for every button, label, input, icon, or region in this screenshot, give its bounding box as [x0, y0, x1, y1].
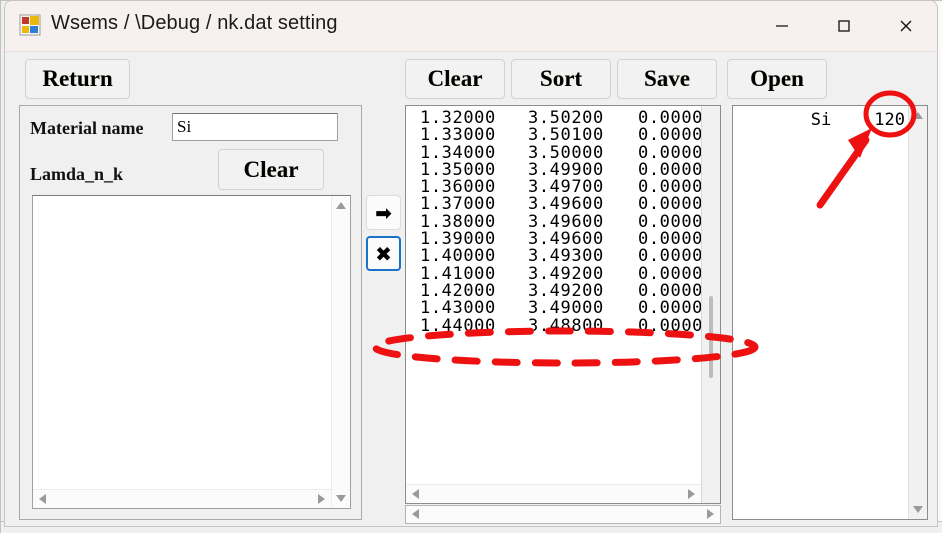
material-name-input[interactable] — [172, 113, 338, 141]
material-entry-panel: Material name Lamda_n_k Clear — [19, 105, 362, 520]
mid-list-horizontal-scrollbar[interactable] — [406, 484, 701, 503]
minimize-button[interactable] — [751, 1, 813, 51]
mid-list-vertical-scrollbar[interactable] — [701, 106, 720, 503]
scroll-up-icon[interactable] — [913, 112, 923, 119]
lamda-value: 1.43000 — [420, 298, 496, 319]
save-button[interactable]: Save — [617, 59, 717, 99]
left-list-vertical-scrollbar[interactable] — [331, 196, 350, 508]
scroll-left-icon[interactable] — [412, 509, 419, 519]
nk-data-row[interactable]: 1.43000 3.49000 0.00000 — [406, 298, 714, 319]
lamda-n-k-label: Lamda_n_k — [30, 164, 124, 184]
right-list-vertical-scrollbar[interactable] — [908, 106, 927, 519]
title-bar: Wsems / \Debug / nk.dat setting — [5, 1, 937, 52]
n-value: 3.50100 — [528, 125, 604, 146]
scroll-right-icon[interactable] — [688, 489, 695, 499]
scroll-left-icon[interactable] — [412, 489, 419, 499]
cross-x-icon: ✖ — [375, 241, 392, 266]
lamda-value: 1.44000 — [420, 315, 496, 336]
close-button[interactable] — [875, 1, 937, 51]
clear-entry-button[interactable]: Clear — [218, 149, 324, 190]
scroll-up-icon[interactable] — [336, 202, 346, 209]
maximize-icon — [838, 20, 850, 32]
screenshot-root: Wsems / \Debug / nk.dat setting Return C… — [0, 0, 942, 533]
sort-button[interactable]: Sort — [511, 59, 611, 99]
nk-data-row[interactable]: 1.44000 3.48800 0.00000 — [406, 315, 714, 336]
move-right-button[interactable]: ➡ — [366, 195, 401, 230]
material-listbox[interactable]: Si 120 — [732, 105, 928, 520]
clear-data-button[interactable]: Clear — [405, 59, 505, 99]
scroll-right-icon[interactable] — [318, 494, 325, 504]
minimize-icon — [776, 25, 788, 27]
nk-data-listbox[interactable]: 1.32000 3.50200 0.00000 1.33000 3.50100 0.000… — [405, 105, 721, 504]
app-window-icon — [19, 14, 41, 36]
n-value: 3.48800 — [528, 315, 604, 336]
scroll-right-icon[interactable] — [707, 509, 714, 519]
material-list-item-count: 120 — [874, 110, 905, 130]
window-controls — [751, 1, 937, 51]
maximize-button[interactable] — [813, 1, 875, 51]
left-list-horizontal-scrollbar[interactable] — [33, 489, 331, 508]
lamda-n-k-listbox[interactable] — [32, 195, 351, 509]
scroll-left-icon[interactable] — [39, 494, 46, 504]
arrow-right-icon: ➡ — [375, 200, 392, 225]
delete-entry-button[interactable]: ✖ — [366, 236, 401, 271]
material-name-label: Material name — [30, 118, 144, 138]
mid-scroll-thumb[interactable] — [709, 296, 713, 378]
mid-outer-horizontal-scrollbar[interactable] — [405, 505, 721, 524]
close-icon — [900, 20, 912, 32]
lamda-value: 1.33000 — [420, 125, 496, 146]
nk-data-row[interactable]: 1.33000 3.50100 0.00000 — [406, 125, 714, 146]
scroll-down-icon[interactable] — [336, 495, 346, 502]
return-button[interactable]: Return — [25, 59, 130, 99]
nk-data-rows: 1.32000 3.50200 0.00000 1.33000 3.50100 0.000… — [406, 106, 714, 335]
open-button[interactable]: Open — [727, 59, 827, 99]
main-window: Wsems / \Debug / nk.dat setting Return C… — [4, 0, 938, 527]
window-title: Wsems / \Debug / nk.dat setting — [51, 12, 338, 34]
scroll-down-icon[interactable] — [913, 506, 923, 513]
n-value: 3.49000 — [528, 298, 604, 319]
